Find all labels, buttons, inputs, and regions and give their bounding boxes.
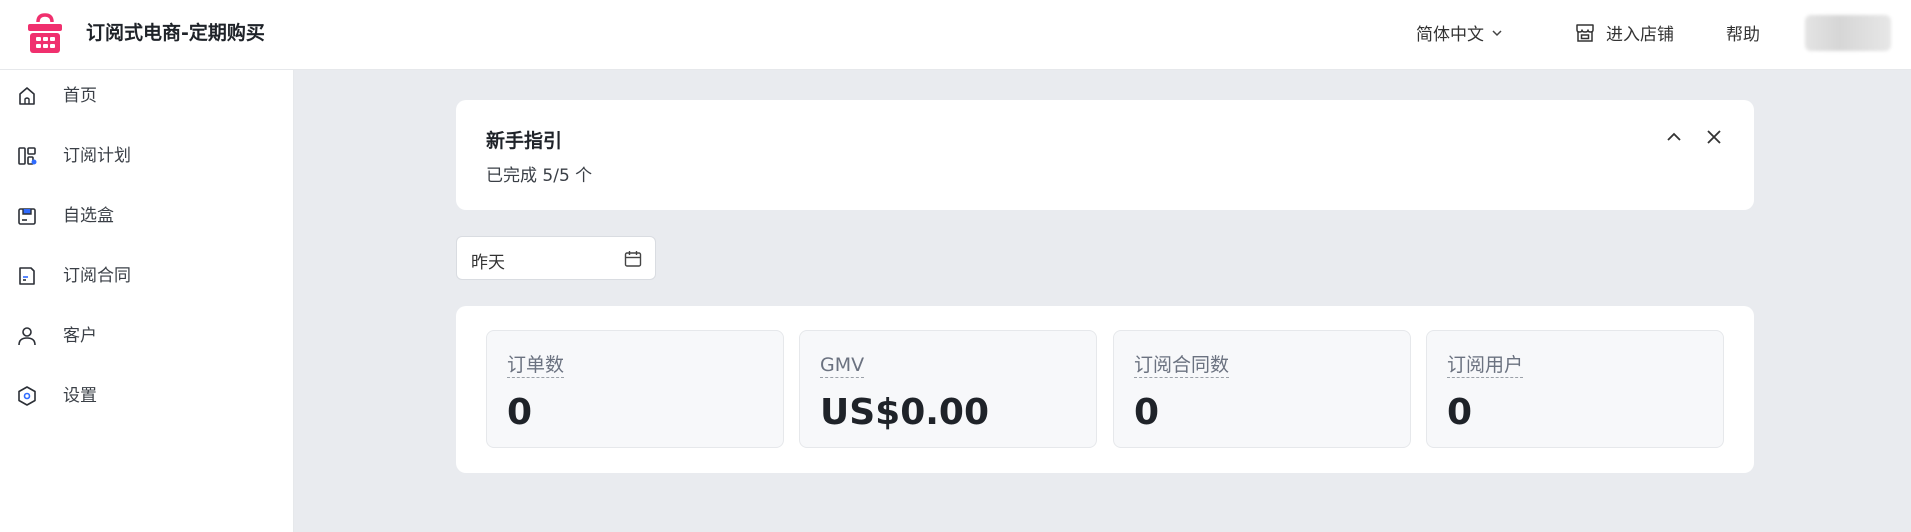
box-icon xyxy=(18,208,36,225)
sidebar-item-customers[interactable]: 客户 xyxy=(0,316,294,356)
app-title: 订阅式电商-定期购买 xyxy=(86,22,265,44)
stat-gmv: GMV US$0.00 xyxy=(799,330,1097,448)
guide-title: 新手指引 xyxy=(486,130,563,152)
calendar-icon xyxy=(624,251,642,267)
stats-card: 订单数 0 GMV US$0.00 订阅合同数 0 订阅用户 0 xyxy=(456,306,1754,473)
chevron-down-icon xyxy=(1492,29,1502,36)
sidebar-item-label: 首页 xyxy=(63,86,97,106)
stat-value: 0 xyxy=(507,392,533,433)
chevron-up-icon[interactable] xyxy=(1663,126,1685,148)
user-icon xyxy=(18,327,36,346)
enter-store-button[interactable]: 进入店铺 xyxy=(1574,20,1674,45)
guide-progress: 已完成 5/5 个 xyxy=(486,166,593,186)
plan-icon xyxy=(18,147,37,165)
contract-icon xyxy=(19,267,35,285)
sidebar-item-label: 自选盒 xyxy=(63,206,114,226)
stat-label[interactable]: 订阅用户 xyxy=(1447,353,1524,378)
help-link[interactable]: 帮助 xyxy=(1726,20,1760,45)
stat-value: 0 xyxy=(1447,392,1473,433)
sidebar-item-subscription-contracts[interactable]: 订阅合同 xyxy=(0,256,294,296)
sidebar-item-label: 设置 xyxy=(63,386,97,406)
sidebar-item-settings[interactable]: 设置 xyxy=(0,376,294,416)
date-range-value: 昨天 xyxy=(471,253,505,273)
stat-label[interactable]: 订单数 xyxy=(507,353,565,378)
sidebar-item-label: 客户 xyxy=(63,326,97,346)
top-bar: 订阅式电商-定期购买 简体中文 进入店铺 帮助 xyxy=(0,0,1911,70)
language-selector[interactable]: 简体中文 xyxy=(1416,20,1504,45)
stat-orders: 订单数 0 xyxy=(486,330,784,448)
settings-icon xyxy=(18,386,36,406)
stat-value: US$0.00 xyxy=(820,392,990,433)
sidebar-item-home[interactable]: 首页 xyxy=(0,76,294,116)
account-avatar[interactable] xyxy=(1805,15,1891,51)
stat-value: 0 xyxy=(1134,392,1160,433)
stat-contracts: 订阅合同数 0 xyxy=(1113,330,1411,448)
home-icon xyxy=(19,87,35,105)
sidebar-item-subscription-plans[interactable]: 订阅计划 xyxy=(0,136,294,176)
stat-label[interactable]: GMV xyxy=(820,353,865,378)
language-label: 简体中文 xyxy=(1416,25,1484,45)
sidebar-item-label: 订阅合同 xyxy=(63,266,131,286)
date-range-picker[interactable]: 昨天 xyxy=(456,236,656,280)
beginner-guide-card: 新手指引 已完成 5/5 个 xyxy=(456,100,1754,210)
enter-store-label: 进入店铺 xyxy=(1606,25,1674,45)
stat-label[interactable]: 订阅合同数 xyxy=(1134,353,1230,378)
stat-subscribers: 订阅用户 0 xyxy=(1426,330,1724,448)
sidebar-item-label: 订阅计划 xyxy=(63,146,131,166)
app-logo-icon xyxy=(28,13,62,53)
close-icon[interactable] xyxy=(1703,126,1725,148)
sidebar: 首页 订阅计划 自选盒 订阅合同 客户 设置 xyxy=(0,70,294,532)
sidebar-item-custom-box[interactable]: 自选盒 xyxy=(0,196,294,236)
store-icon xyxy=(1576,23,1594,42)
